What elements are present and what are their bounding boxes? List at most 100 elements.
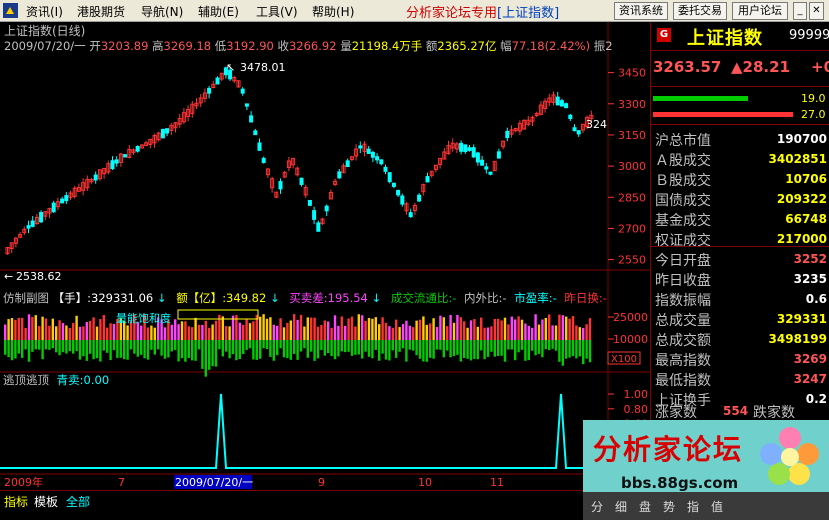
news-system-button[interactable]: 资讯系统 bbox=[614, 2, 668, 20]
candle-body bbox=[215, 77, 220, 85]
volume-bar-up bbox=[4, 324, 7, 340]
flower-icon bbox=[760, 427, 819, 485]
volume-bar-down bbox=[160, 340, 163, 356]
volume-bar-up bbox=[435, 326, 439, 340]
menu-help[interactable]: 帮助(H) bbox=[312, 3, 354, 20]
chart-canvas[interactable]: 上证指数(日线) 2009/07/20/一 开3203.89 高3269.18 … bbox=[0, 22, 650, 492]
candle-body bbox=[312, 210, 317, 220]
chart-area[interactable]: 上证指数(日线) 2009/07/20/一 开3203.89 高3269.18 … bbox=[0, 22, 650, 492]
quote-row-value: 209322 bbox=[776, 192, 827, 206]
volume-bar-down bbox=[316, 340, 320, 359]
menu-hk-futures[interactable]: 港股期货 bbox=[77, 3, 125, 20]
divider bbox=[651, 50, 829, 51]
index-name: 上证指数 bbox=[687, 28, 763, 49]
candle-body bbox=[135, 145, 140, 152]
volume-bar-down bbox=[82, 340, 85, 357]
volume-bar-down bbox=[65, 340, 68, 354]
candle-body bbox=[555, 96, 560, 106]
volume-bar-down bbox=[140, 340, 143, 355]
volume-bar-up bbox=[520, 319, 524, 340]
volume-bar-down bbox=[398, 340, 401, 352]
volume-bar-down bbox=[17, 340, 20, 354]
quote-row-label: 最高指数 bbox=[655, 353, 711, 369]
volume-bar-up bbox=[388, 326, 391, 340]
volume-bar-down bbox=[89, 340, 92, 354]
volume-bar-down bbox=[330, 340, 333, 357]
volume-bar-down bbox=[95, 340, 99, 359]
tab-template[interactable]: 模板 bbox=[34, 493, 58, 510]
volume-bar-down bbox=[10, 340, 14, 361]
volume-bar-down bbox=[245, 340, 248, 350]
volume-bar-up bbox=[327, 321, 330, 340]
menu-info[interactable]: 资讯(I) bbox=[26, 3, 63, 20]
volume-bar-up bbox=[490, 326, 493, 340]
volume-tick-label: 25000 bbox=[613, 311, 648, 324]
volume-bar-down bbox=[7, 340, 10, 358]
x-tick-label: 11 bbox=[490, 476, 504, 489]
volume-bar-down bbox=[310, 340, 313, 352]
volume-bar-up bbox=[401, 324, 405, 340]
volume-bar-down bbox=[527, 340, 530, 361]
menu-navigate[interactable]: 导航(N) bbox=[141, 3, 183, 20]
candle-body bbox=[425, 176, 430, 183]
quote-row-label: 国债成交 bbox=[655, 193, 711, 209]
volume-bar-down bbox=[524, 340, 527, 361]
menu-assist[interactable]: 辅助(E) bbox=[198, 3, 239, 20]
volume-bar-up bbox=[85, 321, 88, 340]
volume-bar-up bbox=[184, 321, 187, 340]
volume-bar-down bbox=[483, 340, 486, 360]
quote-row-label: 总成交量 bbox=[655, 313, 711, 329]
volume-bar-down bbox=[99, 340, 102, 362]
volume-bar-down bbox=[405, 340, 408, 362]
candle-body bbox=[568, 114, 573, 120]
volume-bar-down bbox=[296, 340, 299, 360]
close-icon[interactable]: ✕ bbox=[809, 2, 824, 20]
volume-bar-up bbox=[208, 327, 211, 340]
last-marker: 324 bbox=[586, 118, 607, 131]
volume-bar-down bbox=[102, 340, 105, 351]
volume-bar-up bbox=[272, 324, 275, 340]
volume-bar-down bbox=[289, 340, 292, 360]
volume-bar-down bbox=[31, 340, 34, 352]
volume-bar-up bbox=[238, 322, 241, 340]
forum-button[interactable]: 用户论坛 bbox=[732, 2, 788, 20]
candle-body bbox=[345, 160, 350, 167]
volume-bar-down bbox=[554, 340, 558, 351]
volume-bar-up bbox=[381, 317, 384, 340]
volume-bar-up bbox=[31, 316, 34, 340]
quote-row-value: 190700 bbox=[776, 132, 827, 146]
volume-bar-up bbox=[44, 318, 48, 340]
menu-tools[interactable]: 工具(V) bbox=[256, 3, 298, 20]
tab-all[interactable]: 全部 bbox=[66, 493, 90, 510]
volume-bar-up bbox=[469, 320, 473, 340]
trade-button[interactable]: 委托交易 bbox=[673, 2, 727, 20]
volume-bar-up bbox=[432, 318, 435, 340]
volume-bar-up bbox=[459, 317, 462, 340]
volume-bar-down bbox=[225, 340, 228, 352]
volume-bar-up bbox=[82, 326, 85, 340]
volume-bar-up bbox=[51, 318, 54, 340]
low-label: 低 bbox=[215, 39, 227, 53]
volume-bar-up bbox=[517, 316, 520, 340]
volume-bar-up bbox=[415, 320, 418, 340]
volume-bar-up bbox=[476, 326, 479, 340]
divider bbox=[651, 124, 829, 125]
open-value: 3203.89 bbox=[101, 39, 149, 53]
candle-body bbox=[358, 145, 363, 149]
volume-bar-up bbox=[180, 321, 184, 340]
quote-row-label: 总成交额 bbox=[655, 333, 711, 349]
volume-bar-down bbox=[344, 340, 347, 353]
volume-bar-down bbox=[395, 340, 398, 358]
volume-bar-down bbox=[571, 340, 575, 357]
candle-body bbox=[475, 152, 480, 163]
volume-bar-down bbox=[187, 340, 190, 358]
quote-row-value: 0.2 bbox=[805, 392, 827, 406]
minimize-icon[interactable]: _ bbox=[793, 2, 807, 20]
volume-bar-down bbox=[408, 340, 411, 350]
volume-bar-down bbox=[180, 340, 184, 359]
range-value: 77.18(2.42%) bbox=[512, 39, 590, 53]
tab-indicator[interactable]: 指标 bbox=[4, 493, 28, 510]
volume-bar-up bbox=[109, 323, 112, 340]
x-axis: 2009年 7 2009/07/20/一 9 10 11 bbox=[4, 475, 504, 489]
volume-bar-down bbox=[429, 340, 432, 358]
